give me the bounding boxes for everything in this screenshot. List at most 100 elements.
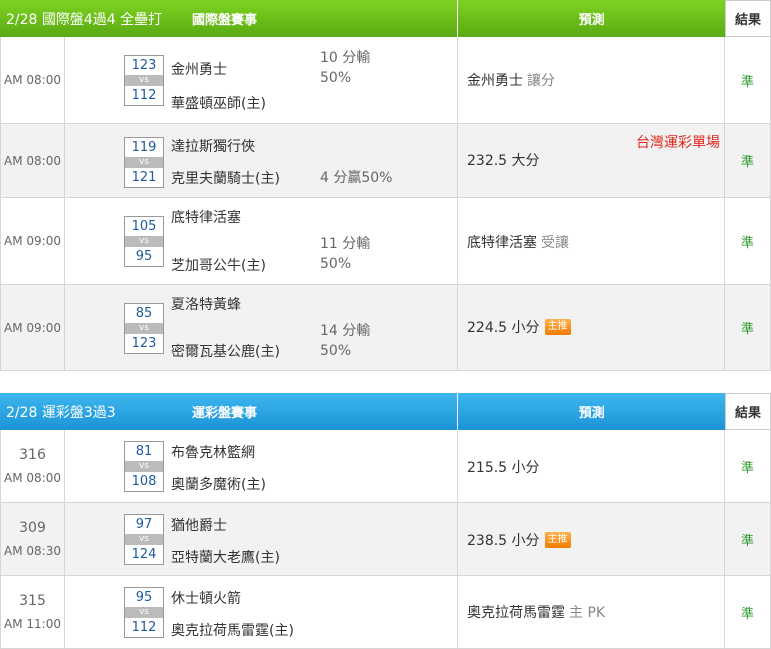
table-row: AM 08:00 123 vs 112 金州勇士 華盛頓巫師(主) 10 分輸 5… — [0, 37, 771, 124]
intl-date-title: 2/28 國際盤4過4 全壘打 — [6, 11, 163, 28]
home-team[interactable]: 芝加哥公牛(主) — [171, 255, 266, 275]
top-pick-badge: 主推 — [544, 319, 571, 335]
game-time: AM 09:00 — [4, 234, 61, 248]
score-box: 119 vs 121 — [124, 137, 164, 188]
away-team[interactable]: 休士頓火箭 — [171, 588, 241, 608]
prediction: 奧克拉荷馬雷霆主 PK — [467, 602, 605, 622]
away-team[interactable]: 夏洛特黃蜂 — [171, 294, 241, 314]
vs-label: vs — [125, 157, 163, 168]
time-cell: 315 AM 11:00 — [0, 576, 65, 648]
away-score: 81 — [135, 444, 153, 459]
prediction-cell: 台灣運彩單場 232.5 大分 — [458, 124, 725, 197]
table-row: 316 AM 08:00 81 vs 108 布魯克林籃網 奧蘭多魔術(主) 21… — [0, 430, 771, 503]
prediction-pick: 奧克拉荷馬雷霆 — [467, 605, 565, 621]
prediction-type: 受讓 — [541, 235, 569, 251]
prediction-pick: 224.5 小分 — [467, 320, 540, 336]
result-cell: 準 — [725, 285, 771, 370]
score-box: 85 vs 123 — [124, 303, 164, 354]
away-score: 85 — [135, 306, 153, 321]
table-row: AM 09:00 105 vs 95 底特律活塞 芝加哥公牛(主) 11 分輸 5… — [0, 198, 771, 285]
away-score: 105 — [131, 219, 157, 234]
prediction-pick: 底特律活塞 — [467, 235, 537, 251]
table-row: AM 08:00 119 vs 121 達拉斯獨行俠 克里夫蘭騎士(主) 4 分… — [0, 124, 771, 198]
game-time: AM 08:00 — [4, 471, 61, 485]
prediction-pick: 232.5 大分 — [467, 153, 540, 169]
home-team[interactable]: 奧蘭多魔術(主) — [171, 474, 266, 494]
game-cell: 81 vs 108 布魯克林籃網 奧蘭多魔術(主) — [65, 430, 458, 502]
lottery-note: 台灣運彩單場 — [636, 135, 720, 151]
away-team[interactable]: 底特律活塞 — [171, 207, 241, 227]
intl-table: 2/28 國際盤4過4 全壘打 國際盤賽事 預測 結果 AM 08:00 123 … — [0, 0, 771, 371]
home-team[interactable]: 亞特蘭大老鷹(主) — [171, 547, 280, 567]
prediction-pick: 金州勇士 — [467, 73, 523, 89]
intl-section-title: 國際盤賽事 — [192, 13, 258, 28]
prediction: 215.5 小分 — [467, 457, 540, 477]
game-number: 315 — [19, 593, 46, 609]
home-team[interactable]: 奧克拉荷馬雷霆(主) — [171, 620, 294, 640]
handicap-line: 10 分輸 — [320, 50, 371, 66]
away-score: 95 — [135, 590, 153, 605]
vs-label: vs — [125, 534, 163, 545]
lottery-table: 2/28 運彩盤3過3 運彩盤賽事 預測 結果 316 AM 08:00 81 vs… — [0, 393, 771, 649]
vs-label: vs — [125, 236, 163, 247]
prediction-type: 主 PK — [569, 605, 606, 621]
game-time: AM 08:30 — [4, 544, 61, 558]
prediction-cell: 238.5 小分 主推 — [458, 503, 725, 575]
score-box: 105 vs 95 — [124, 216, 164, 267]
result-cell: 準 — [725, 124, 771, 197]
home-team[interactable]: 華盛頓巫師(主) — [171, 93, 266, 113]
prediction-pick: 238.5 小分 — [467, 533, 540, 549]
game-cell: 95 vs 112 休士頓火箭 奧克拉荷馬雷霆(主) — [65, 576, 458, 648]
prediction-pick: 215.5 小分 — [467, 460, 540, 476]
away-team[interactable]: 布魯克林籃網 — [171, 442, 255, 462]
prediction: 224.5 小分 主推 — [467, 317, 571, 337]
prediction: 238.5 小分 主推 — [467, 530, 571, 550]
lottery-res-header: 結果 — [725, 393, 771, 430]
prediction: 232.5 大分 — [467, 150, 540, 170]
time-cell: AM 08:00 — [0, 124, 65, 197]
top-pick-badge: 主推 — [544, 532, 571, 548]
away-team[interactable]: 金州勇士 — [171, 59, 227, 79]
prediction: 金州勇士 讓分 — [467, 70, 555, 90]
handicap-rate: 50% — [320, 70, 352, 86]
vs-label: vs — [125, 607, 163, 618]
score-box: 123 vs 112 — [124, 55, 164, 106]
prediction-cell: 金州勇士 讓分 — [458, 37, 725, 123]
handicap-line: 11 分輸 — [320, 236, 371, 252]
home-team[interactable]: 克里夫蘭騎士(主) — [171, 168, 280, 188]
game-cell: 105 vs 95 底特律活塞 芝加哥公牛(主) 11 分輸 50% — [65, 198, 458, 284]
result-cell: 準 — [725, 37, 771, 123]
lottery-date-title: 2/28 運彩盤3過3 — [6, 404, 116, 421]
game-cell: 85 vs 123 夏洛特黃蜂 密爾瓦基公鹿(主) 14 分輸 50% — [65, 285, 458, 370]
prediction-type: 讓分 — [527, 73, 555, 89]
score-box: 95 vs 112 — [124, 587, 164, 638]
home-score: 121 — [131, 170, 157, 185]
intl-res-header: 結果 — [725, 0, 771, 37]
away-score: 123 — [131, 58, 157, 73]
home-score: 108 — [131, 474, 157, 489]
game-number: 309 — [19, 520, 46, 536]
game-cell: 123 vs 112 金州勇士 華盛頓巫師(主) 10 分輸 50% — [65, 37, 458, 123]
handicap-rate: 50% — [320, 256, 352, 272]
lottery-header: 2/28 運彩盤3過3 運彩盤賽事 預測 結果 — [0, 393, 771, 430]
intl-pred-header: 預測 — [457, 0, 726, 37]
home-score: 123 — [131, 336, 157, 351]
result-cell: 準 — [725, 430, 771, 502]
result-cell: 準 — [725, 503, 771, 575]
game-time: AM 11:00 — [4, 617, 61, 631]
prediction-cell: 224.5 小分 主推 — [458, 285, 725, 370]
home-score: 124 — [131, 547, 157, 562]
home-team[interactable]: 密爾瓦基公鹿(主) — [171, 341, 280, 361]
away-team[interactable]: 達拉斯獨行俠 — [171, 136, 255, 156]
game-cell: 97 vs 124 猶他爵士 亞特蘭大老鷹(主) — [65, 503, 458, 575]
game-cell: 119 vs 121 達拉斯獨行俠 克里夫蘭騎士(主) 4 分贏50% — [65, 124, 458, 197]
vs-label: vs — [125, 323, 163, 334]
score-box: 97 vs 124 — [124, 514, 164, 565]
time-cell: AM 08:00 — [0, 37, 65, 123]
handicap-rate: 4 分贏50% — [320, 170, 393, 186]
home-score: 95 — [135, 249, 153, 264]
score-box: 81 vs 108 — [124, 441, 164, 492]
lottery-section-title: 運彩盤賽事 — [192, 406, 258, 421]
prediction-cell: 底特律活塞 受讓 — [458, 198, 725, 284]
away-team[interactable]: 猶他爵士 — [171, 515, 227, 535]
